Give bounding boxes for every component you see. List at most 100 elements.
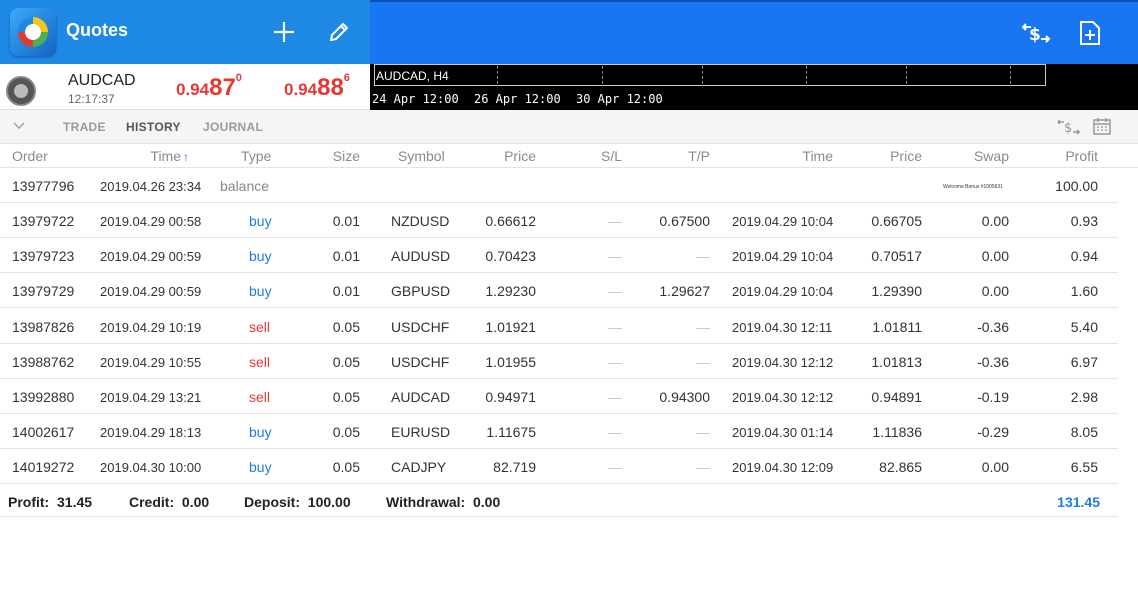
type: buy [249, 213, 272, 229]
col-price[interactable]: Price [504, 148, 536, 164]
table-row[interactable]: 13992880 2019.04.29 13:21 sell 0.05 AUDCAD 0.… [0, 379, 1118, 414]
table-row[interactable]: 13979723 2019.04.29 00:59 buy 0.01 AUDUSD 0.7… [0, 238, 1118, 274]
order-id: 14002617 [12, 424, 75, 441]
col-type[interactable]: Type [241, 148, 271, 164]
open-time: 2019.04.29 13:21 [100, 390, 202, 405]
credit-summary: Credit: 0.00 [129, 494, 210, 510]
quote-time: 12:17:37 [68, 92, 115, 106]
calendar-icon[interactable] [1092, 116, 1112, 141]
col-swap[interactable]: Swap [974, 148, 1009, 164]
col-tp[interactable]: T/P [688, 148, 710, 164]
swap: -0.29 [977, 424, 1009, 441]
symbol: AUDUSD [391, 248, 451, 265]
tab-bar: TRADE HISTORY JOURNAL $ [0, 110, 1138, 144]
stop-loss: — [608, 213, 622, 229]
take-profit: 0.94300 [659, 389, 710, 405]
profile-icon[interactable] [6, 76, 36, 106]
bid-price[interactable]: 0.94870 [176, 72, 242, 102]
col-sl[interactable]: S/L [601, 148, 622, 164]
open-price: 82.719 [493, 459, 536, 476]
chart-title: AUDCAD, H4 [376, 69, 449, 83]
order-id: 13979722 [12, 213, 75, 229]
tab-trade[interactable]: TRADE [63, 120, 106, 134]
close-price: 1.11836 [872, 424, 922, 441]
type: buy [249, 283, 272, 300]
symbol: USDCHF [391, 353, 450, 370]
size: 0.05 [332, 353, 360, 370]
symbol: USDCHF [391, 318, 450, 335]
profit: 2.98 [1070, 389, 1098, 405]
top-bar-left: Quotes [0, 0, 370, 64]
col-order[interactable]: Order [12, 148, 48, 164]
col-size[interactable]: Size [333, 148, 360, 164]
close-price: 0.94891 [871, 389, 922, 405]
tab-history[interactable]: HISTORY [126, 120, 181, 134]
order-id: 13992880 [12, 389, 75, 405]
table-row[interactable]: 13979729 2019.04.29 00:59 buy 0.01 GBPUSD 1.2… [0, 273, 1118, 309]
quote-symbol: AUDCAD [68, 72, 136, 89]
col-symbol[interactable]: Symbol [398, 148, 445, 164]
table-row[interactable]: 14019272 2019.04.30 10:00 buy 0.05 CADJPY 82.… [0, 449, 1118, 485]
profit: 6.97 [1070, 353, 1098, 370]
swap: 0.00 [981, 283, 1009, 300]
ask-price[interactable]: 0.94886 [284, 72, 350, 102]
close-price: 1.29390 [871, 283, 922, 300]
tab-journal[interactable]: JOURNAL [203, 120, 263, 134]
stop-loss: — [608, 248, 622, 265]
mini-chart[interactable]: AUDCAD, H4 24 Apr 12:00 26 Apr 12:00 30 … [370, 64, 1138, 110]
withdrawal-summary: Withdrawal: 0.00 [386, 494, 501, 510]
close-time: 2019.04.30 12:11 [732, 319, 833, 335]
open-time: 2019.04.29 10:19 [100, 319, 202, 335]
swap: -0.36 [977, 318, 1009, 335]
close-price: 82.865 [879, 459, 922, 476]
col-close-time[interactable]: Time [802, 148, 833, 164]
edit-icon[interactable] [325, 18, 353, 46]
stop-loss: — [608, 389, 622, 405]
open-price: 1.11675 [486, 424, 536, 441]
chart-tick: 26 Apr 12:00 [474, 92, 561, 106]
swap: -0.19 [977, 389, 1009, 405]
symbol: NZDUSD [391, 213, 450, 229]
order-id: 13979729 [12, 283, 75, 300]
symbol: GBPUSD [391, 283, 451, 300]
close-time: 2019.04.29 10:04 [732, 249, 834, 265]
table-row[interactable]: 13988762 2019.04.29 10:55 sell 0.05 USDCHF 1.… [0, 344, 1118, 379]
chevron-down-icon[interactable] [12, 118, 26, 135]
size: 0.01 [332, 283, 360, 300]
add-icon[interactable] [270, 18, 298, 46]
stop-loss: — [608, 318, 622, 335]
close-price: 1.01811 [872, 318, 922, 335]
profit-summary: Profit: 31.45 [8, 494, 93, 510]
table-row[interactable]: 14002617 2019.04.29 18:13 buy 0.05 EURUSD 1.1… [0, 414, 1118, 450]
type: buy [249, 248, 272, 265]
profit: 100.00 [1055, 178, 1098, 194]
currency-sort-icon[interactable]: $ [1056, 117, 1081, 142]
size: 0.05 [332, 424, 360, 441]
app-logo-icon[interactable] [10, 8, 56, 56]
col-time[interactable]: Time ↑ [150, 148, 189, 164]
stop-loss: — [608, 459, 622, 476]
swap: 0.00 [981, 213, 1009, 229]
chart-area [374, 64, 1046, 86]
trade-currency-icon[interactable]: $ [1020, 18, 1052, 48]
open-time: 2019.04.29 00:58 [100, 214, 202, 229]
total-balance: 131.45 [1057, 494, 1100, 510]
close-price: 0.66705 [871, 213, 922, 229]
stop-loss: — [608, 353, 622, 370]
stop-loss: — [608, 283, 622, 300]
profit: 0.93 [1070, 213, 1098, 229]
col-profit[interactable]: Profit [1065, 148, 1098, 164]
new-file-icon[interactable] [1076, 18, 1104, 48]
order-id: 13979723 [12, 248, 75, 265]
quote-row[interactable]: AUDCAD 12:17:37 0.94870 0.94886 [0, 64, 370, 110]
open-time: 2019.04.29 00:59 [100, 284, 202, 300]
chart-tick: 24 Apr 12:00 [372, 92, 459, 106]
table-row[interactable]: 13987826 2019.04.29 10:19 sell 0.05 USDCHF 1.… [0, 309, 1118, 344]
type: buy [249, 424, 272, 441]
balance-row[interactable]: 13977796 2019.04.26 23:34 balance Welcom… [0, 168, 1118, 203]
deposit-summary: Deposit: 100.00 [244, 494, 351, 510]
swap: 0.00 [981, 248, 1009, 265]
col-close-price[interactable]: Price [890, 148, 922, 164]
table-row[interactable]: 13979722 2019.04.29 00:58 buy 0.01 NZDUSD 0.6… [0, 203, 1118, 238]
swap: -0.36 [977, 353, 1009, 370]
